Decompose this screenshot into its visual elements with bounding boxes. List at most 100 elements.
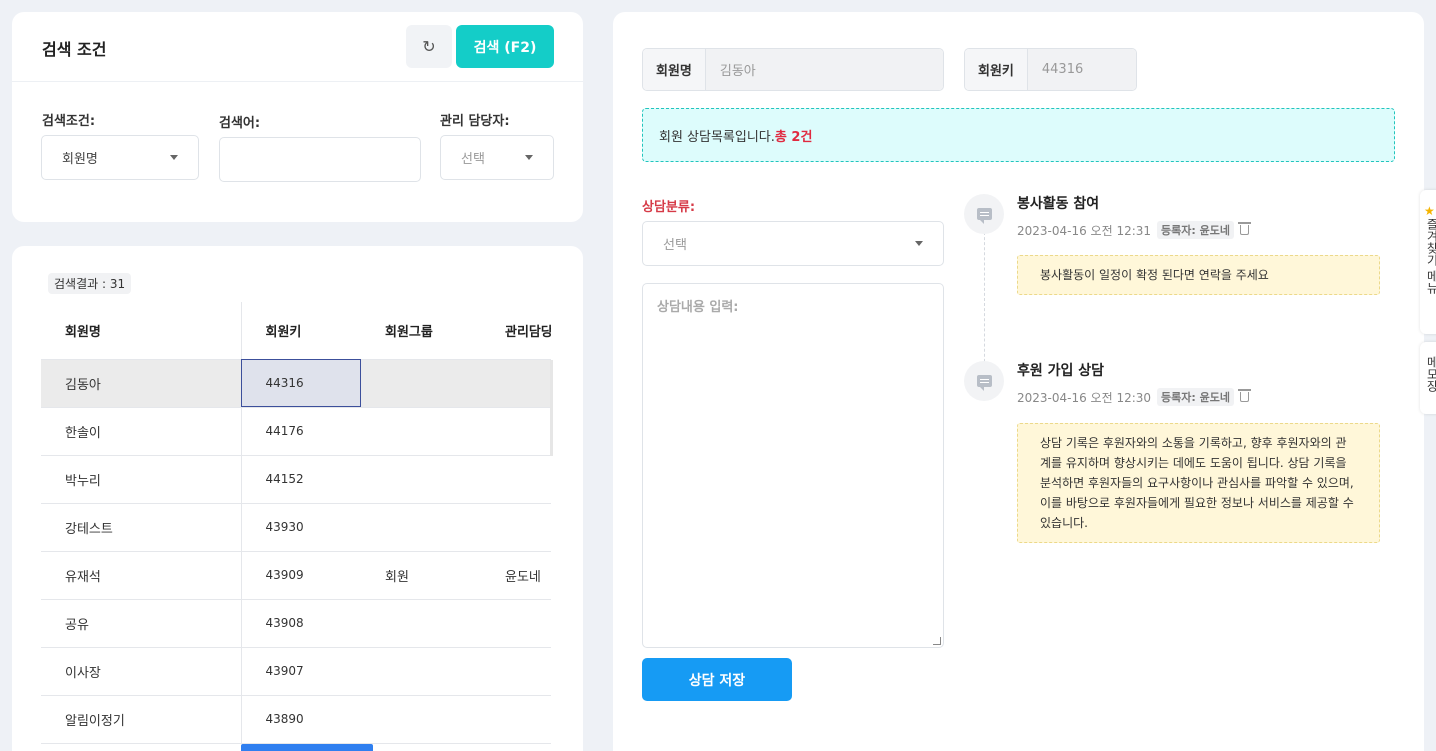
cell-name[interactable]: 김동아 [41, 359, 242, 408]
cell-group[interactable]: 회원 [361, 551, 481, 600]
cell-name[interactable]: 유재석 [41, 551, 242, 600]
cell-manager[interactable] [481, 359, 551, 408]
manager-label: 관리 담당자: [440, 114, 510, 129]
cell-name[interactable]: 공유 [41, 599, 242, 648]
memo-label: 메모장 [1425, 356, 1436, 392]
member-name-field: 회원명 김동아 [642, 48, 944, 91]
search-panel-title: 검색 조건 [42, 40, 107, 59]
cell-manager[interactable] [481, 407, 551, 456]
table-row[interactable]: 공유 43908 [41, 599, 551, 648]
cell-group[interactable] [361, 647, 481, 696]
trash-icon[interactable] [1237, 389, 1251, 402]
cell-group[interactable] [361, 695, 481, 744]
category-select[interactable]: 선택 [642, 221, 944, 266]
keyword-input[interactable] [219, 137, 421, 182]
refresh-icon: ↻ [422, 38, 436, 56]
timeline-item-body: 상담 기록은 후원자와의 소통을 기록하고, 향후 후원자와의 관계를 유지하며… [1017, 423, 1380, 543]
column-header-name[interactable]: 회원명 [41, 302, 242, 360]
star-icon: ★ [1424, 204, 1435, 218]
column-header-group[interactable]: 회원그룹 [361, 302, 481, 360]
pagination-button[interactable] [241, 744, 373, 751]
cell-key[interactable]: 44176 [241, 407, 361, 456]
cell-key[interactable]: 43908 [241, 599, 361, 648]
table-row[interactable]: 김동아 44316 [41, 359, 551, 408]
manager-select-value: 선택 [461, 152, 485, 167]
cell-name[interactable]: 강테스트 [41, 503, 242, 552]
timeline-item-date: 2023-04-16 오전 12:30 [1017, 390, 1152, 405]
comment-icon [964, 361, 1004, 401]
resize-handle-icon[interactable] [933, 637, 941, 645]
cell-manager[interactable] [481, 503, 551, 552]
result-count-badge: 검색결과 : 31 [48, 273, 132, 294]
table-row[interactable]: 이사장 43907 [41, 647, 551, 696]
save-consult-button[interactable]: 상담 저장 [642, 658, 792, 701]
consult-notice: 회원 상담목록입니다. 총 2건 [642, 108, 1395, 162]
member-key-field: 회원키 44316 [964, 48, 1137, 91]
table-row[interactable]: 박누리 44152 [41, 455, 551, 504]
trash-icon[interactable] [1237, 222, 1251, 235]
notice-text: 회원 상담목록입니다. [659, 129, 775, 145]
condition-label: 검색조건: [42, 114, 96, 129]
cell-group[interactable] [361, 455, 481, 504]
chevron-down-icon [915, 241, 923, 246]
notice-count: 총 2건 [774, 129, 813, 145]
cell-group[interactable] [361, 359, 481, 408]
results-panel: 검색결과 : 31 회원명 회원키 회원그룹 관리담당자 김동아 44316 [12, 246, 583, 751]
condition-select[interactable]: 회원명 [41, 135, 199, 180]
chevron-down-icon [170, 155, 178, 160]
search-button[interactable]: 검색 (F2) [456, 25, 554, 68]
favorites-menu-label: 즐겨찾기 메뉴 [1425, 218, 1436, 294]
member-key-value: 44316 [1027, 49, 1136, 90]
category-label: 상담분류: [642, 200, 696, 215]
cell-manager[interactable] [481, 647, 551, 696]
cell-key[interactable]: 44152 [241, 455, 361, 504]
condition-select-value: 회원명 [62, 152, 98, 167]
timeline-item-title: 후원 가입 상담 [1017, 363, 1105, 379]
cell-group[interactable] [361, 407, 481, 456]
cell-key[interactable]: 43890 [241, 695, 361, 744]
consult-content-textarea[interactable]: 상담내용 입력: [642, 283, 944, 648]
manager-select[interactable]: 선택 [440, 135, 554, 180]
consult-panel: 회원명 김동아 회원키 44316 회원 상담목록입니다. 총 2건 상담분류: … [613, 12, 1424, 751]
table-row[interactable]: 한솔이 44176 [41, 407, 551, 456]
cell-name[interactable]: 알림이정기 [41, 695, 242, 744]
cell-manager[interactable] [481, 455, 551, 504]
table-row[interactable]: 강테스트 43930 [41, 503, 551, 552]
cell-manager[interactable] [481, 695, 551, 744]
timeline-item-registrar: 등록자: 윤도네 [1157, 388, 1234, 406]
comment-icon [964, 194, 1004, 234]
timeline-item-title: 봉사활동 참여 [1017, 196, 1100, 212]
results-grid[interactable]: 회원명 회원키 회원그룹 관리담당자 김동아 44316 한솔이 44176 [41, 302, 551, 751]
cell-group[interactable] [361, 503, 481, 552]
cell-name[interactable]: 한솔이 [41, 407, 242, 456]
table-row[interactable]: 유재석 43909 회원 윤도네 [41, 551, 551, 600]
cell-key[interactable]: 43909 [241, 551, 361, 600]
cell-manager[interactable]: 윤도네 [481, 551, 551, 600]
consult-content-placeholder: 상담내용 입력: [657, 300, 739, 315]
cell-group[interactable] [361, 599, 481, 648]
table-row[interactable]: 알림이정기 43890 [41, 695, 551, 744]
search-panel-header: 검색 조건 ↻ 검색 (F2) [12, 12, 583, 82]
cell-key[interactable]: 43930 [241, 503, 361, 552]
favorites-menu-tab[interactable]: ★ 즐겨찾기 메뉴 [1420, 190, 1436, 334]
column-header-key[interactable]: 회원키 [241, 302, 361, 360]
cell-key[interactable]: 43907 [241, 647, 361, 696]
member-name-value: 김동아 [705, 49, 943, 90]
column-header-manager[interactable]: 관리담당자 [481, 302, 551, 360]
timeline-item-date: 2023-04-16 오전 12:31 [1017, 223, 1152, 238]
member-key-label: 회원키 [965, 49, 1028, 90]
search-panel: 검색 조건 ↻ 검색 (F2) 검색조건: 회원명 검색어: 관리 담당자: 선… [12, 12, 583, 222]
timeline-item-body: 봉사활동이 일정이 확정 된다면 연락을 주세요 [1017, 255, 1380, 295]
cell-manager[interactable] [481, 599, 551, 648]
cell-name[interactable]: 이사장 [41, 647, 242, 696]
refresh-button[interactable]: ↻ [406, 25, 452, 68]
category-select-value: 선택 [663, 238, 687, 253]
memo-tab[interactable]: 메모장 [1420, 342, 1436, 414]
timeline-item-registrar: 등록자: 윤도네 [1157, 221, 1234, 239]
cell-key[interactable]: 44316 [241, 359, 361, 408]
cell-name[interactable]: 박누리 [41, 455, 242, 504]
grid-header-row: 회원명 회원키 회원그룹 관리담당자 [41, 302, 551, 360]
member-name-label: 회원명 [643, 49, 706, 90]
grid-scrollbar[interactable] [550, 360, 553, 456]
keyword-label: 검색어: [219, 116, 261, 131]
